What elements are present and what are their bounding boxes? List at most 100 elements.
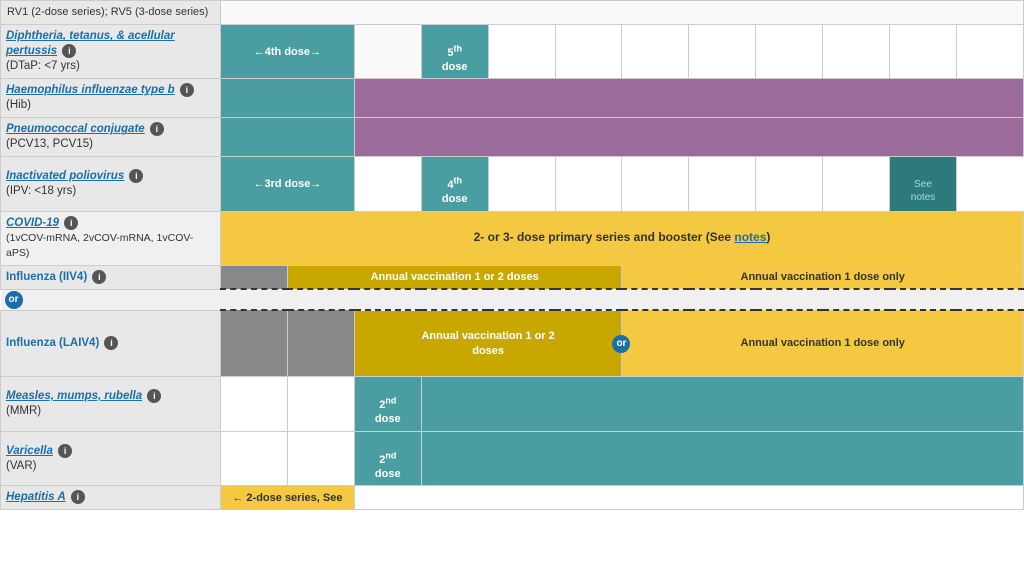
influenza-laiv4-row: Influenza (LAIV4) i Annual vaccination 1…: [1, 310, 1024, 377]
laiv4-annual2-text: Annual vaccination 1 dose only: [741, 337, 905, 349]
dtap-empty5: [689, 24, 756, 79]
var-dose2-text: 2nddose: [375, 454, 401, 480]
covid-vaccine-cell: COVID-19 i (1vCOV-mRNA, 2vCOV-mRNA, 1vCO…: [1, 211, 221, 265]
iiv4-gray-cell: [221, 265, 288, 289]
dtap-dose5-cell: 5thdose: [421, 24, 488, 79]
dtap-info-icon[interactable]: i: [62, 44, 76, 58]
hepa-series-cell: ← 2-dose series, See: [221, 486, 355, 510]
dtap-empty7: [823, 24, 890, 79]
pcv-subtitle: (PCV13, PCV15): [6, 138, 93, 150]
covid-row: COVID-19 i (1vCOV-mRNA, 2vCOV-mRNA, 1vCO…: [1, 211, 1024, 265]
ipv-empty5: [689, 157, 756, 212]
ipv-dose3-cell: ←3rd dose→: [221, 157, 355, 212]
ipv-seenotes-text: Seenotes: [911, 179, 935, 203]
or-label-cell: or: [1, 289, 221, 310]
laiv4-annual1-text: Annual vaccination 1 or 2 doses: [421, 330, 554, 356]
covid-span-cell: 2- or 3- dose primary series and booster…: [221, 211, 1024, 265]
mmr-empty2: [287, 377, 354, 432]
iiv4-annual1-text: Annual vaccination 1 or 2 doses: [371, 271, 539, 283]
varicella-row: Varicella i (VAR) 2nddose: [1, 431, 1024, 486]
covid-info-icon[interactable]: i: [64, 216, 78, 230]
ipv-dose3-text: ←3rd dose→: [253, 178, 321, 190]
mmr-name[interactable]: Measles, mumps, rubella: [6, 390, 142, 402]
laiv4-vaccine-cell: Influenza (LAIV4) i: [1, 310, 221, 377]
var-dose2-cell: 2nddose: [354, 431, 421, 486]
iiv4-info-icon[interactable]: i: [92, 270, 106, 284]
ipv-dose4-cell: 4thdose: [421, 157, 488, 212]
pcv-name[interactable]: Pneumococcal conjugate: [6, 123, 145, 135]
hepa-row: Hepatitis A i ← 2-dose series, See: [1, 486, 1024, 510]
ipv-empty6: [756, 157, 823, 212]
varicella-subtitle: (VAR): [6, 460, 36, 472]
ipv-seenotes-cell[interactable]: Seenotes: [890, 157, 957, 212]
influenza-iiv4-row: Influenza (IIV4) i Annual vaccination 1 …: [1, 265, 1024, 289]
rv-row: RV1 (2-dose series); RV5 (3-dose series): [1, 1, 1024, 25]
rv-label: RV1 (2-dose series); RV5 (3-dose series): [7, 6, 208, 18]
dtap-vaccine-cell: Diphtheria, tetanus, & acellular pertuss…: [1, 24, 221, 79]
dtap-subtitle: (DTaP: <7 yrs): [6, 60, 80, 72]
hepa-series-text: ← 2-dose series, See: [232, 492, 342, 504]
iiv4-name: Influenza (IIV4): [6, 271, 87, 283]
laiv4-info-icon[interactable]: i: [104, 336, 118, 350]
hepa-name[interactable]: Hepatitis A: [6, 491, 66, 503]
hib-info-icon[interactable]: i: [180, 83, 194, 97]
ipv-info-icon[interactable]: i: [129, 169, 143, 183]
laiv4-or-badge-right: or: [612, 335, 630, 353]
covid-name[interactable]: COVID-19: [6, 217, 59, 229]
var-empty1: [221, 431, 288, 486]
pcv-info-icon[interactable]: i: [150, 122, 164, 136]
dtap-empty3: [555, 24, 622, 79]
hepa-empty-span: [354, 486, 1023, 510]
pcv-row: Pneumococcal conjugate i (PCV13, PCV15): [1, 118, 1024, 157]
iiv4-vaccine-cell: Influenza (IIV4) i: [1, 265, 221, 289]
or-dashed-line: [221, 289, 1024, 310]
mmr-info-icon[interactable]: i: [147, 389, 161, 403]
pcv-vaccine-cell: Pneumococcal conjugate i (PCV13, PCV15): [1, 118, 221, 157]
dtap-empty1: [354, 24, 421, 79]
hepa-vaccine-cell: Hepatitis A i: [1, 486, 221, 510]
hib-subtitle: (Hib): [6, 99, 31, 111]
covid-notes-link[interactable]: notes: [734, 230, 766, 244]
mmr-dose2-cell: 2nddose: [354, 377, 421, 432]
hib-name[interactable]: Haemophilus influenzae type b: [6, 84, 175, 96]
iiv4-annual2-cell: Annual vaccination 1 dose only: [622, 265, 1024, 289]
dtap-name[interactable]: Diphtheria, tetanus, & acellular pertuss…: [6, 30, 175, 57]
mmr-dose2-text: 2nddose: [375, 399, 401, 425]
mmr-row: Measles, mumps, rubella i (MMR) 2nddose: [1, 377, 1024, 432]
or-badge: or: [5, 291, 23, 309]
covid-subtitle: (1vCOV-mRNA, 2vCOV-mRNA, 1vCOV-aPS): [6, 232, 193, 259]
iiv4-annual2-text: Annual vaccination 1 dose only: [741, 271, 905, 283]
ipv-subtitle: (IPV: <18 yrs): [6, 185, 76, 197]
iiv4-annual1-cell: Annual vaccination 1 or 2 doses: [287, 265, 622, 289]
mmr-teal-span: [421, 377, 1023, 432]
varicella-name[interactable]: Varicella: [6, 445, 53, 457]
dtap-empty2: [488, 24, 555, 79]
ipv-name[interactable]: Inactivated poliovirus: [6, 170, 124, 182]
laiv4-gray1-cell: [221, 310, 288, 377]
ipv-row: Inactivated poliovirus i (IPV: <18 yrs) …: [1, 157, 1024, 212]
laiv4-name: Influenza (LAIV4): [6, 337, 99, 349]
var-empty2: [287, 431, 354, 486]
pcv-purple-cell: [354, 118, 1023, 157]
hepa-info-icon[interactable]: i: [71, 490, 85, 504]
mmr-empty1: [221, 377, 288, 432]
covid-text: 2- or 3- dose primary series and booster…: [474, 230, 771, 244]
hib-purple-cell: [354, 79, 1023, 118]
dtap-empty8: [890, 24, 957, 79]
ipv-empty4: [622, 157, 689, 212]
dtap-dose5-text: 5thdose: [442, 47, 468, 73]
rv-empty-span: [221, 1, 1024, 25]
dtap-dose4-text: ←4th dose→: [254, 46, 321, 58]
dtap-empty4: [622, 24, 689, 79]
mmr-subtitle: (MMR): [6, 405, 41, 417]
ipv-empty3: [555, 157, 622, 212]
hib-vaccine-cell: Haemophilus influenzae type b i (Hib): [1, 79, 221, 118]
laiv4-annual1-cell: Annual vaccination 1 or 2 doses or: [354, 310, 622, 377]
varicella-info-icon[interactable]: i: [58, 444, 72, 458]
var-teal-span: [421, 431, 1023, 486]
hib-teal-cell: [221, 79, 355, 118]
ipv-empty2: [488, 157, 555, 212]
mmr-vaccine-cell: Measles, mumps, rubella i (MMR): [1, 377, 221, 432]
dtap-empty9: [956, 24, 1023, 79]
laiv4-annual2-cell: Annual vaccination 1 dose only: [622, 310, 1024, 377]
